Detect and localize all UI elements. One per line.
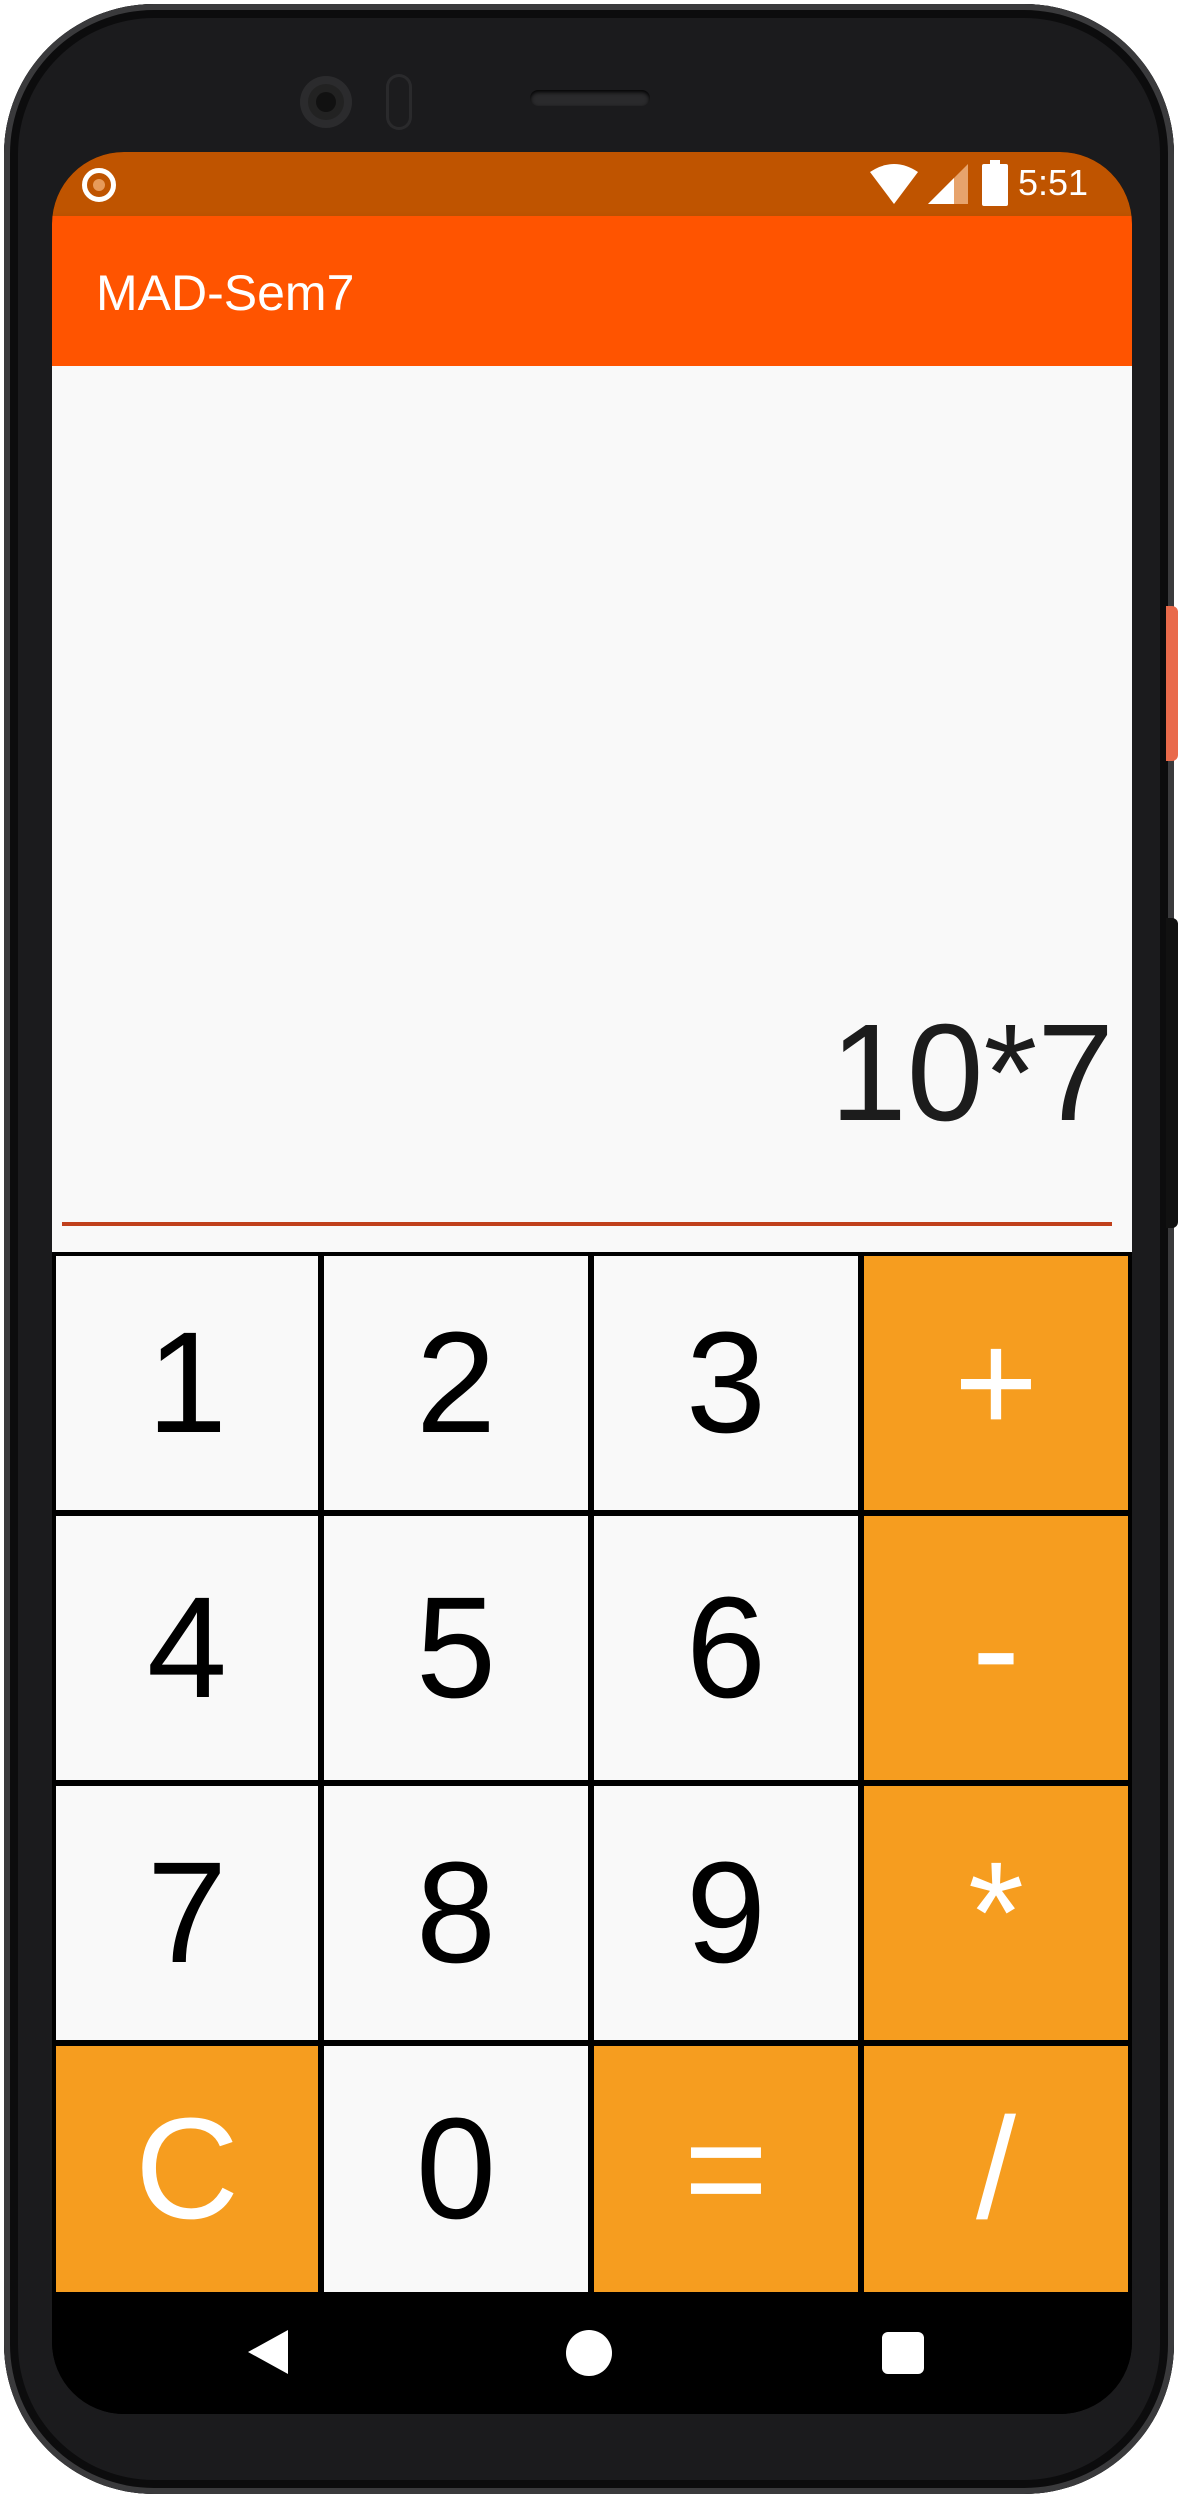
key-4-button[interactable]: 4: [56, 1516, 318, 1780]
app-bar: MAD-Sem7: [52, 216, 1132, 366]
key-5-button[interactable]: 5: [324, 1516, 588, 1780]
phone-frame: 5:51 MAD-Sem7 10*7 1 2 3 + 4 5 6 - 7 8 9…: [4, 4, 1174, 2494]
app-title: MAD-Sem7: [96, 265, 355, 321]
power-button: [1166, 606, 1178, 761]
key-0-button[interactable]: 0: [324, 2046, 588, 2292]
status-bar: 5:51: [52, 152, 1132, 216]
plus-button[interactable]: +: [864, 1256, 1128, 1510]
equals-button[interactable]: =: [594, 2046, 858, 2292]
clear-button[interactable]: C: [56, 2046, 318, 2292]
notification-icon: [82, 168, 116, 202]
key-7-button[interactable]: 7: [56, 1786, 318, 2040]
key-8-button[interactable]: 8: [324, 1786, 588, 2040]
screen: 5:51 MAD-Sem7 10*7 1 2 3 + 4 5 6 - 7 8 9…: [52, 152, 1132, 2414]
battery-icon: [982, 160, 1008, 206]
key-3-button[interactable]: 3: [594, 1256, 858, 1510]
calculator-display[interactable]: 10*7: [52, 366, 1132, 1252]
back-icon[interactable]: [244, 2326, 296, 2378]
recents-icon[interactable]: [882, 2332, 924, 2374]
key-9-button[interactable]: 9: [594, 1786, 858, 2040]
key-6-button[interactable]: 6: [594, 1516, 858, 1780]
keypad: 1 2 3 + 4 5 6 - 7 8 9 * C 0 = /: [52, 1252, 1132, 2292]
wifi-icon: [870, 164, 918, 204]
home-icon[interactable]: [566, 2330, 612, 2376]
status-time: 5:51: [1018, 162, 1089, 203]
key-2-button[interactable]: 2: [324, 1256, 588, 1510]
earpiece-speaker: [530, 90, 650, 106]
divide-button[interactable]: /: [864, 2046, 1128, 2292]
navigation-bar: [52, 2292, 1132, 2414]
expression-text: 10*7: [830, 996, 1114, 1150]
proximity-sensor: [386, 74, 412, 130]
multiply-button[interactable]: *: [864, 1786, 1128, 2040]
input-underline: [62, 1222, 1112, 1226]
minus-button[interactable]: -: [864, 1516, 1128, 1780]
key-1-button[interactable]: 1: [56, 1256, 318, 1510]
volume-button: [1166, 918, 1178, 1228]
signal-icon: [928, 164, 968, 204]
front-camera: [300, 76, 352, 128]
